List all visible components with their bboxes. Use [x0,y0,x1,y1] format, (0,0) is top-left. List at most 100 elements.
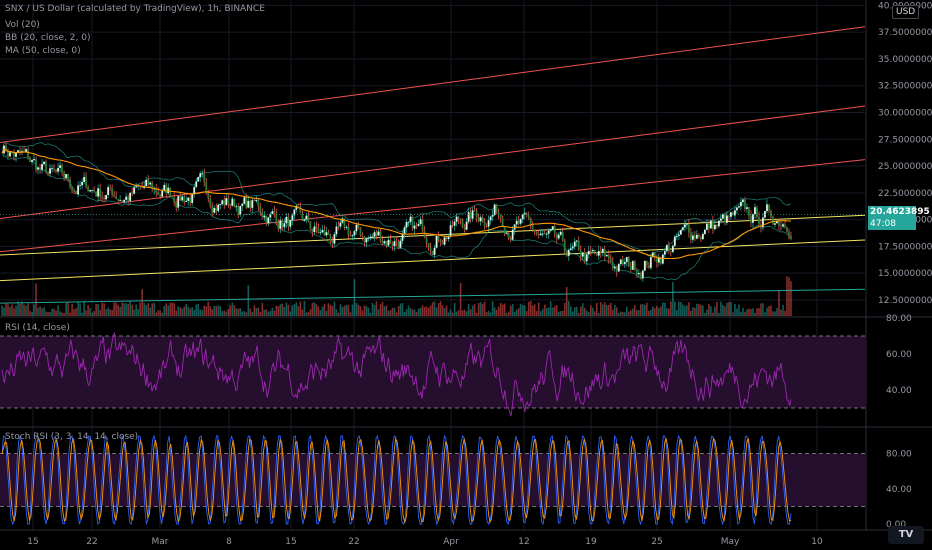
candle-body [547,230,550,234]
candle-body [381,240,384,244]
candle-body [101,196,104,198]
candle-body [758,216,760,225]
volume-bar [435,307,438,316]
volume-bar [780,309,782,316]
candle-body [387,239,390,246]
candle-body [319,232,322,234]
volume-bar [87,305,89,316]
candle-body [77,185,79,195]
candle-body [25,149,27,152]
volume-bar [209,306,212,316]
candle-body [645,260,648,266]
volume-bar [690,310,692,316]
volume-bar [13,308,15,316]
volume-bar [273,310,276,316]
volume-bar [527,301,530,316]
volume-bar [331,306,334,316]
volume-bar [650,309,652,316]
volume-bar [51,308,53,316]
volume-bar [605,304,608,316]
volume-bar [563,302,566,316]
candle-body [451,225,454,227]
volume-bar [69,312,71,316]
candle-body [13,152,15,157]
volume-bar [383,306,386,316]
candle-body [675,235,678,237]
volume-bar [718,312,720,316]
candle-body [213,208,216,213]
volume-bar [361,310,364,316]
stoch-tick-label: 40.00 [886,485,912,495]
volume-bar [617,312,620,316]
volume-bar [317,306,320,316]
candle-body [287,216,290,227]
volume-bar [151,303,153,316]
volume-bar [341,306,344,316]
candle-body [55,169,57,172]
candle-body [477,217,480,222]
volume-bar [385,305,388,316]
candle-body [475,210,478,218]
volume-bar [694,307,696,316]
volume-bar [103,303,105,316]
volume-bar [357,304,360,316]
candle-body [207,193,210,199]
volume-bar [668,308,670,316]
volume-bar [593,311,596,316]
candle-body [714,224,716,230]
volume-bar [227,308,230,316]
currency-badge[interactable]: USD [892,5,920,19]
volume-bar [768,306,770,316]
candle-body [431,250,434,255]
volume-bar [217,305,220,316]
volume-bar [47,312,49,316]
candle-body [609,258,612,262]
candle-body [511,229,514,240]
candle-body [585,254,588,262]
candle-body [363,236,366,243]
candle-body [91,189,94,191]
volume-bar [706,309,708,316]
rsi-tick-label: 80.00 [886,314,912,324]
candle-body [369,236,372,238]
candle-body [289,220,292,227]
legend-volume: Vol (20) [5,20,40,30]
candle-body [493,204,496,215]
candle-body [724,214,726,223]
candle-body [177,196,180,208]
volume-bar [543,304,546,316]
candle-body [473,210,476,212]
volume-bar [311,302,314,316]
candle-body [395,241,398,243]
price-chart[interactable]: 40.000000037.500000035.000000032.5000000… [0,0,932,550]
candle-body [469,212,472,219]
volume-bar [257,307,260,316]
volume-bar [457,310,460,316]
volume-bar [646,302,648,316]
volume-bar [31,312,33,316]
volume-bar [736,308,738,316]
candle-body [169,187,172,197]
volume-bar [173,303,176,316]
volume-bar [65,302,67,316]
volume-bar [19,303,21,316]
candle-body [179,196,182,201]
candle-body [271,211,274,214]
volume-bar [329,304,332,316]
candle-body [391,242,394,247]
volume-bar [784,310,786,316]
volume-bar [601,304,604,316]
volume-bar [583,307,586,316]
volume-bar [25,305,27,316]
candle-body [705,223,708,230]
volume-bar [449,309,452,316]
candle-body [712,220,714,230]
volume-bar [591,307,594,316]
candle-body [149,182,152,185]
candle-body [339,222,342,227]
candle-body [307,215,310,222]
candle-body [505,232,508,234]
volume-bar [161,312,164,316]
candle-body [103,197,106,200]
volume-bar [770,305,772,316]
